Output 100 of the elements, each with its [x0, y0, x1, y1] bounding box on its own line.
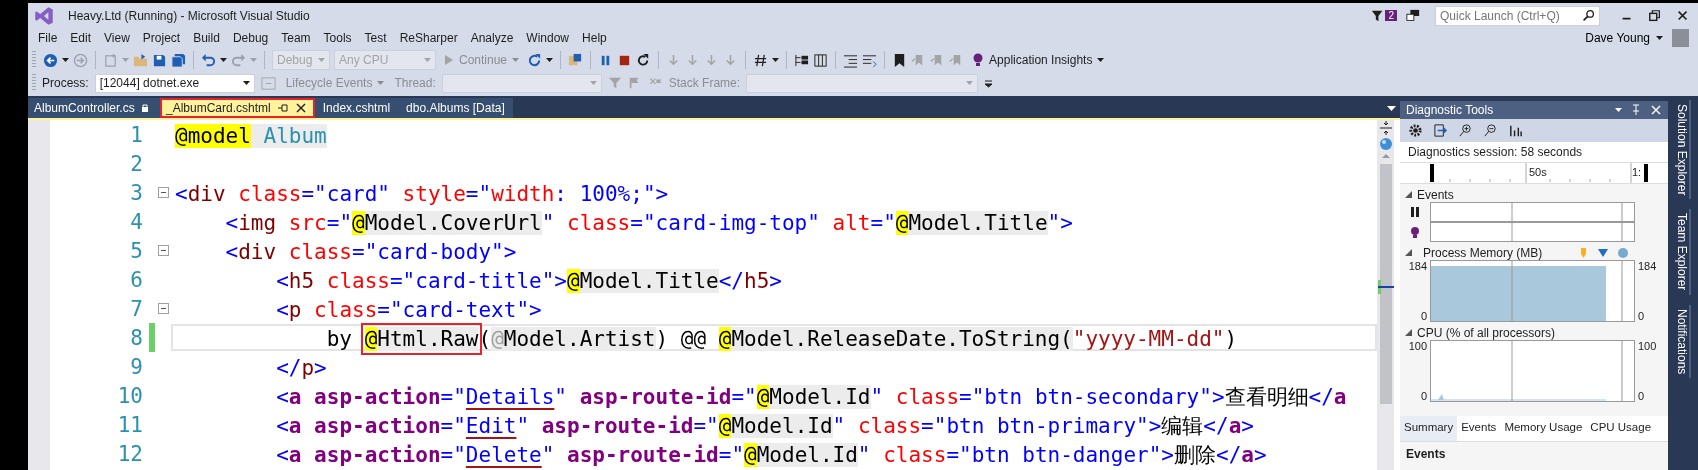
- folder-icon[interactable]: [133, 52, 148, 68]
- collapse-icon[interactable]: [157, 187, 169, 198]
- collapse-arrow-icon[interactable]: [1404, 328, 1413, 337]
- panel-tab[interactable]: CPU Usage: [1586, 416, 1656, 441]
- axis-label: 0: [1419, 310, 1427, 322]
- caret-icon[interactable]: [772, 57, 780, 63]
- menu-item[interactable]: Project: [136, 31, 188, 45]
- overflow-caret-icon[interactable]: [1387, 105, 1396, 112]
- close-icon[interactable]: [294, 102, 307, 114]
- application-insights-button[interactable]: Application Insights: [968, 53, 1109, 67]
- save-all-icon[interactable]: [171, 52, 186, 68]
- caret-icon: [377, 80, 385, 86]
- overflow-icon[interactable]: [984, 78, 994, 88]
- undo-icon[interactable]: [201, 52, 216, 68]
- search-icon[interactable]: [1582, 9, 1595, 22]
- side-tab[interactable]: Solution Explorer: [1675, 100, 1691, 200]
- menu-item[interactable]: ReSharper: [393, 31, 465, 45]
- collapse-arrow-icon[interactable]: [1404, 190, 1413, 199]
- code-line: <a asp-action="Edit" asp-route-id="@Model.Id" class="btn btn-primary">编辑</a>: [275, 413, 1255, 438]
- collapse-arrow-icon[interactable]: [1404, 248, 1413, 257]
- code-line: <p class="card-text">: [275, 297, 543, 322]
- side-tab[interactable]: Team Explorer: [1675, 209, 1691, 295]
- marker-icon: [1579, 247, 1588, 258]
- restore-icon[interactable]: [1648, 8, 1662, 23]
- dropdown-value: Debug: [277, 53, 313, 67]
- settings-icon[interactable]: [1408, 123, 1423, 138]
- thread-icon[interactable]: [794, 52, 810, 68]
- caret-icon[interactable]: [220, 57, 227, 63]
- document-tab[interactable]: AlbumController.cs: [28, 98, 158, 118]
- pin-icon[interactable]: [1630, 104, 1642, 116]
- panel-tab[interactable]: Memory Usage: [1500, 416, 1587, 441]
- panel-tab[interactable]: Events: [1457, 416, 1501, 441]
- triangle-icon: [1598, 247, 1608, 258]
- export-icon[interactable]: [1433, 123, 1448, 138]
- collapse-icon[interactable]: [157, 303, 169, 314]
- code-line: @model Album: [174, 123, 328, 148]
- document-tab[interactable]: dbo.Albums [Data]: [400, 98, 513, 118]
- save-icon[interactable]: [152, 52, 167, 68]
- menu-item[interactable]: Test: [358, 31, 394, 45]
- user-name[interactable]: Dave Young: [1585, 31, 1650, 45]
- side-tab[interactable]: Notifications: [1675, 304, 1691, 379]
- menu-item[interactable]: File: [32, 31, 65, 45]
- outdent-icon[interactable]: [843, 52, 859, 68]
- axis-label: 0: [1419, 390, 1427, 402]
- dropdown-value: Any CPU: [339, 53, 389, 67]
- axis-label: 0: [1638, 390, 1646, 402]
- columns-icon[interactable]: [813, 52, 829, 68]
- close-icon[interactable]: [1650, 104, 1662, 116]
- close-icon[interactable]: [1676, 8, 1690, 23]
- stack-frame-label: Stack Frame:: [668, 76, 741, 90]
- section-title: Process Memory (MB): [1423, 245, 1543, 260]
- menu-item[interactable]: View: [98, 31, 137, 45]
- timeline-label: 50s: [1529, 166, 1547, 178]
- document-tab[interactable]: _AlbumCard.cshtml: [160, 98, 315, 118]
- code-line: <img src="@Model.CoverUrl" class="card-img-top" alt="@Model.Title">: [224, 210, 1074, 235]
- visual-studio-logo: [34, 5, 54, 26]
- caret-icon[interactable]: [546, 57, 554, 63]
- process-label: Process:: [42, 76, 89, 90]
- zoom-in-icon[interactable]: [1458, 123, 1473, 138]
- panel-title: Diagnostic Tools: [1406, 103, 1495, 117]
- quick-launch-field[interactable]: Quick Launch (Ctrl+Q): [1435, 5, 1600, 26]
- back-icon[interactable]: [43, 52, 58, 68]
- caret-icon: [512, 57, 520, 63]
- line-number: 8: [129, 325, 144, 350]
- line-number: 12: [116, 441, 144, 466]
- menu-item[interactable]: Team: [275, 31, 318, 45]
- menu-item[interactable]: Edit: [64, 31, 99, 45]
- pin-icon[interactable]: [276, 102, 289, 114]
- windows-icon[interactable]: [568, 52, 584, 68]
- thread-label: Thread:: [394, 76, 436, 90]
- line-number: 11: [116, 412, 144, 437]
- panel-tab[interactable]: Summary: [1400, 416, 1458, 441]
- menu-item[interactable]: Build: [187, 31, 227, 45]
- process-dropdown[interactable]: [12044] dotnet.exe: [94, 73, 255, 93]
- code-line: <div class="card-body">: [224, 239, 518, 264]
- lightbulb-icon: [1409, 226, 1421, 238]
- chart-icon[interactable]: [1508, 123, 1523, 138]
- menu-item[interactable]: Debug: [226, 31, 276, 45]
- document-tab[interactable]: Index.cshtml: [316, 98, 399, 118]
- caret-icon: [1097, 57, 1105, 63]
- menu-item[interactable]: Window: [520, 31, 577, 45]
- collapse-icon[interactable]: [157, 245, 169, 256]
- line-number: 5: [129, 238, 144, 263]
- feedback-icon[interactable]: [1405, 8, 1421, 23]
- pause-icon: [1409, 206, 1421, 218]
- code-line: <a asp-action="Details" asp-route-id="@Model.Id" class="btn btn-secondary">查看明细</a: [275, 384, 1348, 409]
- menu-item[interactable]: Help: [576, 31, 614, 45]
- caret-icon[interactable]: [62, 57, 69, 63]
- hex-display-icon[interactable]: [753, 52, 769, 68]
- section-title: Events: [1417, 187, 1454, 202]
- zoom-out-icon[interactable]: [1483, 123, 1498, 138]
- menu-item[interactable]: Analyze: [464, 31, 521, 45]
- refresh-icon[interactable]: [527, 52, 543, 68]
- split-icon[interactable]: [1377, 120, 1394, 136]
- caret-icon: [589, 80, 597, 86]
- session-duration: Diagnostics session: 58 seconds: [1400, 142, 1668, 162]
- code-line: <div class="card" style="width: 100%;">: [174, 181, 670, 206]
- comment-icon[interactable]: [862, 52, 878, 68]
- menu-item[interactable]: Tools: [317, 31, 359, 45]
- caret-icon[interactable]: [1615, 107, 1622, 113]
